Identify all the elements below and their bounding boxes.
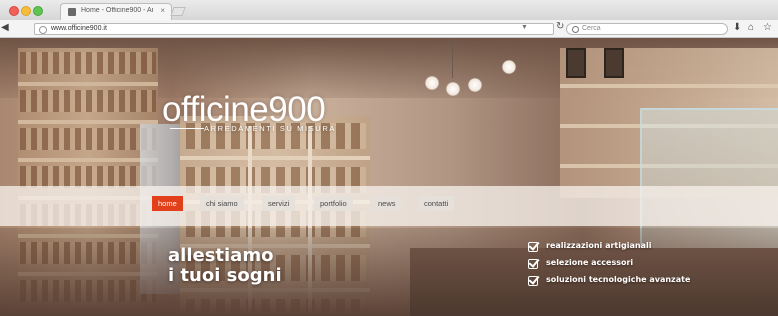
hero-line-2: i tuoi sogni bbox=[168, 265, 282, 286]
nav-contatti[interactable]: contatti bbox=[418, 196, 455, 211]
tab-close-icon[interactable]: × bbox=[160, 6, 165, 15]
logo-tagline: ARREDAMENTI SU MISURA bbox=[204, 124, 336, 133]
site-logo[interactable]: officine900 bbox=[162, 92, 326, 127]
browser-window: Home - Officine900 - Arr... × ◀ www.offi… bbox=[0, 0, 778, 316]
logo-rule bbox=[170, 128, 204, 129]
hero-line-1: allestiamo bbox=[168, 245, 274, 266]
wall-frame bbox=[566, 48, 586, 78]
hero-title: allestiamo i tuoi sogni bbox=[168, 246, 282, 286]
chandelier-wire bbox=[452, 38, 453, 78]
chandelier-light bbox=[502, 60, 516, 74]
nav-portfolio[interactable]: portfolio bbox=[314, 196, 353, 211]
nav-servizi[interactable]: servizi bbox=[262, 196, 296, 211]
nav-home[interactable]: home bbox=[152, 196, 183, 211]
nav-news[interactable]: news bbox=[372, 196, 402, 211]
browser-tab[interactable]: Home - Officine900 - Arr... × bbox=[60, 3, 172, 20]
feature-label: realizzazioni artigianali bbox=[546, 241, 652, 250]
checkbox-icon bbox=[528, 276, 538, 286]
close-window-button[interactable] bbox=[9, 6, 19, 16]
search-icon bbox=[572, 26, 579, 33]
url-text: www.officine900.it bbox=[51, 25, 107, 32]
search-placeholder: Cerca bbox=[582, 25, 601, 32]
maximize-window-button[interactable] bbox=[33, 6, 43, 16]
feature-label: selezione accessori bbox=[546, 258, 634, 267]
tab-title: Home - Officine900 - Arr... bbox=[81, 7, 153, 14]
tab-strip: Home - Officine900 - Arr... × bbox=[0, 0, 778, 20]
dropdown-arrow-icon[interactable]: ▼ bbox=[521, 24, 528, 31]
browser-toolbar: ◀ www.officine900.it ▼ ↻ Cerca ⬇ ⌂ ☆ bbox=[0, 20, 778, 38]
nav-chi-siamo[interactable]: chi siamo bbox=[200, 196, 244, 211]
reload-icon[interactable]: ↻ bbox=[556, 21, 564, 32]
checkbox-icon bbox=[528, 242, 538, 252]
home-icon[interactable]: ⌂ bbox=[748, 22, 754, 33]
chandelier-light bbox=[425, 76, 439, 90]
search-input[interactable]: Cerca bbox=[566, 23, 728, 35]
address-bar[interactable]: www.officine900.it ▼ bbox=[34, 23, 554, 35]
globe-icon bbox=[39, 26, 47, 34]
feature-label: soluzioni tecnologiche avanzate bbox=[546, 275, 691, 284]
back-arrow-icon[interactable]: ◀ bbox=[1, 22, 9, 33]
favicon-icon bbox=[68, 8, 76, 16]
wall-frame bbox=[604, 48, 624, 78]
star-icon[interactable]: ☆ bbox=[763, 22, 772, 33]
checkbox-icon bbox=[528, 259, 538, 269]
download-icon[interactable]: ⬇ bbox=[733, 22, 741, 33]
new-tab-button[interactable] bbox=[170, 7, 186, 16]
chandelier-light bbox=[446, 82, 460, 96]
chandelier-light bbox=[468, 78, 482, 92]
web-page: officine900 ARREDAMENTI SU MISURA home c… bbox=[0, 38, 778, 316]
minimize-window-button[interactable] bbox=[21, 6, 31, 16]
